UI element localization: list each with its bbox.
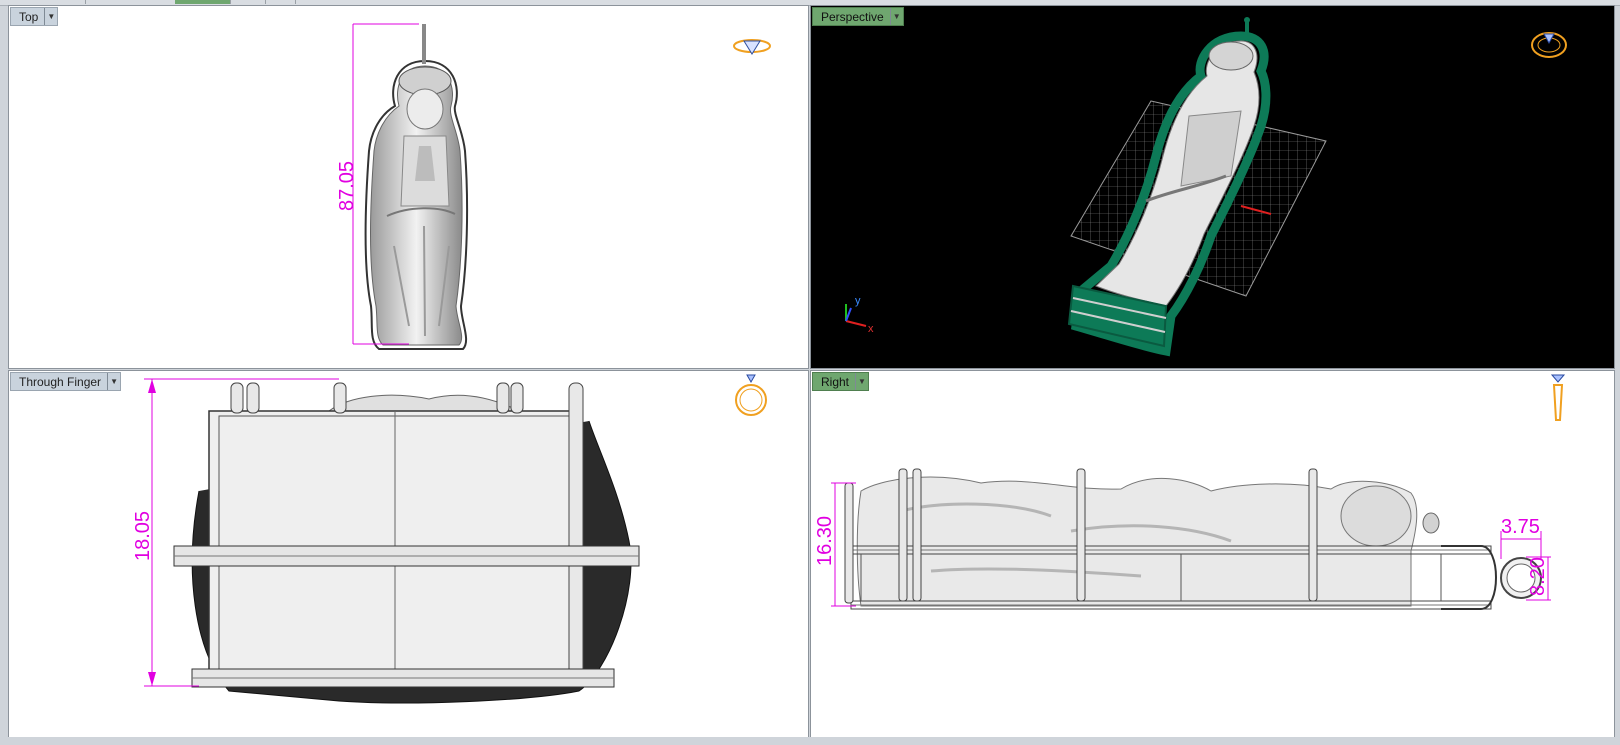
viewport-top[interactable]: 87.05 Top ▼ bbox=[8, 5, 809, 369]
tab-through-finger[interactable]: Through Finger ▼ bbox=[10, 372, 122, 391]
dimension-label-ring-width: 3.75 bbox=[1501, 516, 1540, 538]
figure-top-contour bbox=[328, 394, 520, 412]
viewport-right[interactable]: 16.30 3.75 8.20 Right ▼ bbox=[810, 370, 1615, 738]
figure-lying[interactable] bbox=[856, 476, 1440, 607]
toolbar-tab[interactable] bbox=[230, 0, 266, 4]
toolbar-tab-active[interactable] bbox=[175, 0, 231, 4]
figure-top-outline[interactable] bbox=[364, 24, 469, 350]
window-bottom-frame bbox=[0, 737, 1620, 745]
right-view-canvas: 16.30 3.75 8.20 bbox=[814, 374, 1566, 610]
dropdown-arrow-icon[interactable]: ▼ bbox=[889, 8, 903, 25]
tab-right[interactable]: Right ▼ bbox=[812, 372, 870, 391]
tab-perspective[interactable]: Perspective ▼ bbox=[812, 7, 904, 26]
dropdown-arrow-icon[interactable]: ▼ bbox=[44, 8, 57, 25]
dimension-label: 87.05 bbox=[336, 161, 358, 211]
top-view-canvas: 87.05 bbox=[336, 23, 771, 350]
dropdown-arrow-icon[interactable]: ▼ bbox=[107, 373, 120, 390]
viewport-label: Top bbox=[19, 9, 39, 24]
axis-x-label: x bbox=[868, 323, 874, 335]
ring-diamond-top-icon bbox=[733, 39, 771, 55]
dimension-label-ring-height: 8.20 bbox=[1527, 557, 1549, 596]
figure-perspective[interactable] bbox=[1067, 17, 1271, 357]
axis-y-label: y bbox=[855, 295, 861, 307]
mold-plate-middle bbox=[173, 545, 640, 567]
toolbar-tab[interactable] bbox=[85, 0, 176, 4]
axes-widget: y x bbox=[845, 295, 874, 335]
perspective-view-canvas: y x bbox=[845, 17, 1567, 357]
toolbar-tab[interactable] bbox=[265, 0, 296, 4]
viewport-perspective[interactable]: y x Perspective ▼ bbox=[810, 5, 1615, 369]
dimension-label-height: 16.30 bbox=[814, 516, 836, 566]
viewport-label: Right bbox=[821, 374, 850, 389]
front-view-canvas: 18.05 bbox=[132, 374, 767, 704]
toolbar-tab[interactable] bbox=[0, 0, 86, 4]
ring-side-icon bbox=[1550, 374, 1566, 421]
tab-top[interactable]: Top ▼ bbox=[10, 7, 59, 26]
ring-front-icon bbox=[735, 374, 767, 416]
dropdown-arrow-icon[interactable]: ▼ bbox=[855, 373, 868, 390]
ring-perspective-icon bbox=[1531, 32, 1567, 58]
dimension-label: 18.05 bbox=[132, 511, 154, 561]
mold-plate-bottom bbox=[191, 668, 615, 688]
viewport-label: Perspective bbox=[821, 9, 884, 24]
viewport-label: Through Finger bbox=[19, 374, 102, 389]
viewport-through-finger[interactable]: 18.05 Through Finger ▼ bbox=[8, 370, 809, 738]
